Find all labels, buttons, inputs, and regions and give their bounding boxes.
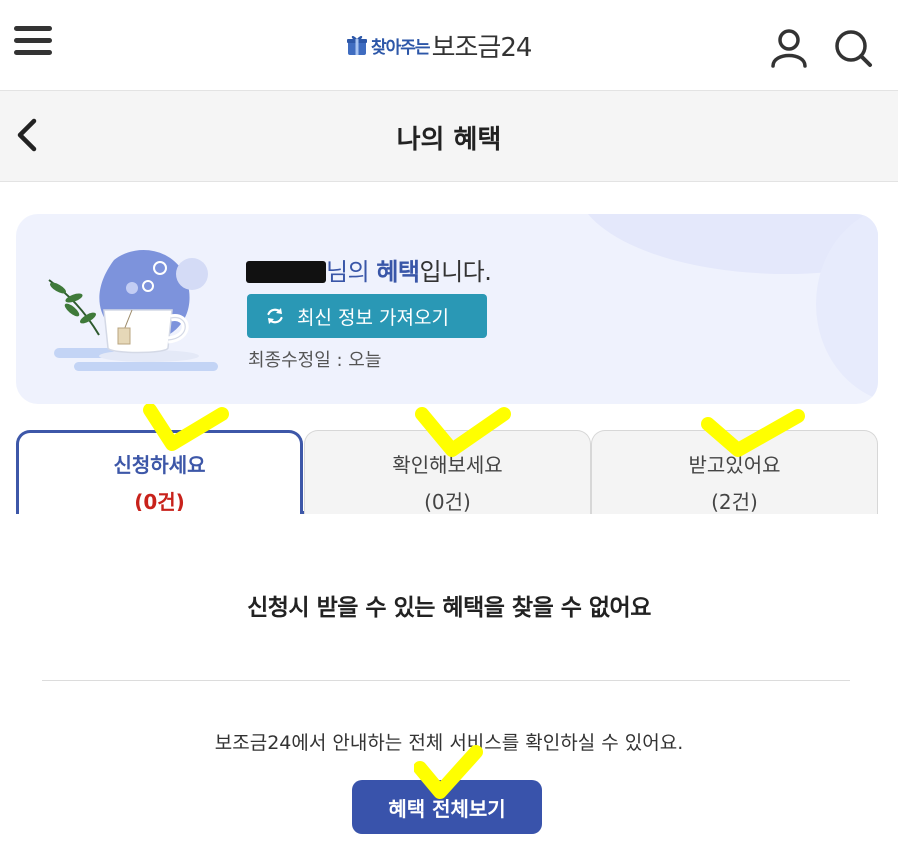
logo-small-text: 찾아주는 [371, 37, 431, 58]
sentence-end: 입니다. [419, 258, 492, 286]
teacup-illustration [48, 250, 218, 371]
search-icon[interactable] [833, 28, 873, 68]
gift-icon [347, 35, 367, 55]
hamburger-menu-icon[interactable] [14, 26, 54, 60]
page-title: 나의 혜택 [396, 125, 502, 155]
tab-label: 확인해보세요 [392, 453, 503, 477]
user-icon[interactable] [770, 28, 808, 68]
profile-card: 님의 혜택입니다. 최신 정보 가져오기 최종수정일 : 오늘 [16, 214, 878, 404]
benefit-tabs: 신청하세요 (0건) 확인해보세요 (0건) 받고있어요 (2건) [16, 430, 878, 517]
divider [42, 680, 850, 681]
benefit-word: 혜택 [376, 258, 420, 286]
info-text: 보조금24에서 안내하는 전체 서비스를 확인하실 수 있어요. [214, 732, 684, 754]
top-app-bar: 찾아주는 보조금24 [0, 0, 898, 90]
tab-receiving[interactable]: 받고있어요 (2건) [591, 430, 878, 514]
tab-label: 받고있어요 [688, 453, 781, 477]
name-suffix: 님의 [326, 258, 370, 286]
tab-check[interactable]: 확인해보세요 (0건) [304, 430, 591, 514]
site-logo[interactable]: 찾아주는 보조금24 [347, 28, 533, 63]
masked-user-name [246, 261, 326, 283]
empty-state-message: 신청시 받을 수 있는 혜택을 찾을 수 없어요 [247, 595, 651, 621]
last-updated-text: 최종수정일 : 오늘 [248, 350, 382, 371]
view-all-benefits-button[interactable]: 혜택 전체보기 [352, 780, 542, 834]
tab-label: 신청하세요 [113, 453, 206, 477]
refresh-icon [267, 308, 283, 324]
logo-big-text: 보조금24 [431, 32, 533, 63]
tab-apply[interactable]: 신청하세요 (0건) [16, 430, 303, 517]
page-header: 나의 혜택 [0, 90, 898, 182]
refresh-info-button[interactable]: 최신 정보 가져오기 [247, 294, 487, 338]
greeting-text: 님의 혜택입니다. [246, 252, 492, 287]
tab-count: (2건) [711, 490, 758, 514]
tab-count: (0건) [424, 490, 471, 514]
refresh-label: 최신 정보 가져오기 [297, 306, 449, 329]
